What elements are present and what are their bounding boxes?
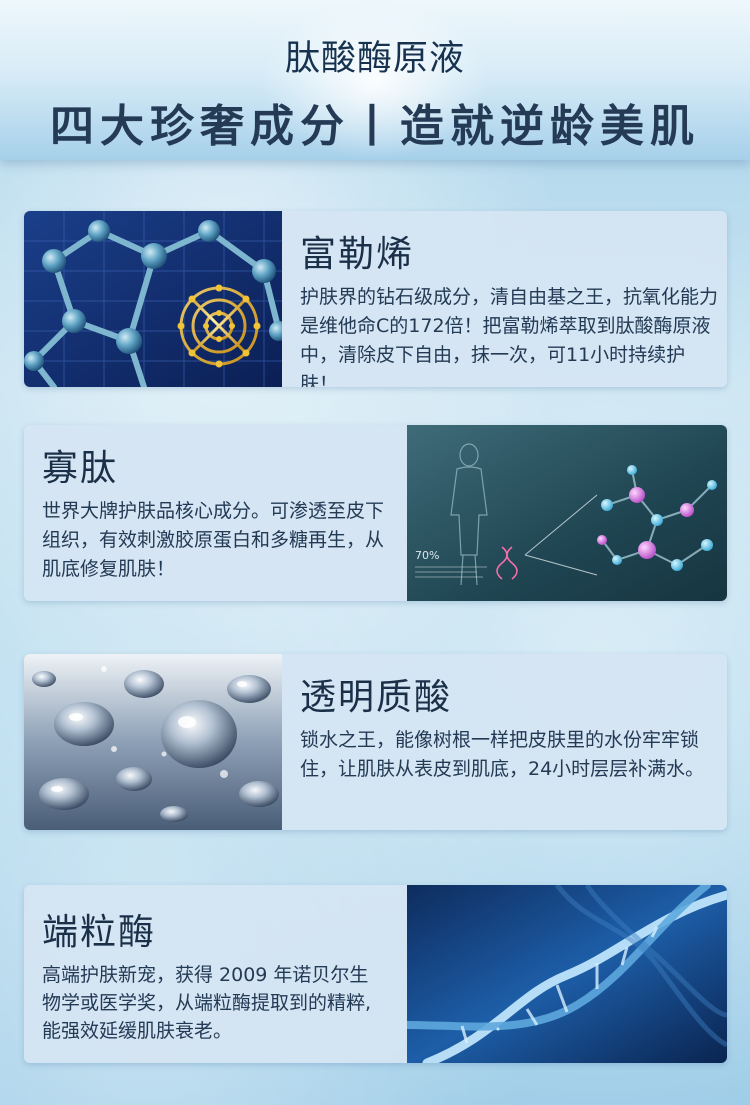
ingredient-text: 寡肽 世界大牌护肤品核心成分。可渗透至皮下组织，有效刺激胶原蛋白和多糖再生，从肌…: [42, 425, 387, 584]
ingredient-description: 高端护肤新宠，获得 2009 年诺贝尔生物学或医学奖，从端粒酶提取到的精粹,能强…: [42, 964, 372, 1042]
peptide-molecule-image: 70%: [407, 425, 727, 601]
ingredient-description: 护肤界的钻石级成分，清自由基之王，抗氧化能力是维他命C的172倍！把富勒烯萃取到…: [300, 286, 719, 387]
ingredient-card-fullerene: 富勒烯 护肤界的钻石级成分，清自由基之王，抗氧化能力是维他命C的172倍！把富勒…: [24, 211, 727, 387]
fullerene-molecule-image: [24, 211, 282, 387]
ingredient-card-telomerase: 端粒酶 高端护肤新宠，获得 2009 年诺贝尔生物学或医学奖，从端粒酶提取到的精…: [24, 885, 727, 1063]
page-header: 肽酸酶原液 四大珍奢成分丨造就逆龄美肌: [0, 0, 750, 160]
page-subtitle: 四大珍奢成分丨造就逆龄美肌: [50, 101, 700, 152]
page-title: 肽酸酶原液: [284, 39, 465, 79]
ingredient-name: 透明质酸: [300, 677, 453, 718]
ingredient-card-peptide: 寡肽 世界大牌护肤品核心成分。可渗透至皮下组织，有效刺激胶原蛋白和多糖再生，从肌…: [24, 425, 727, 601]
ingredient-text: 端粒酶 高端护肤新宠，获得 2009 年诺贝尔生物学或医学奖，从端粒酶提取到的精…: [42, 885, 387, 1045]
ingredient-name: 寡肽: [42, 448, 119, 489]
ingredient-name: 富勒烯: [300, 234, 415, 275]
ingredient-text: 富勒烯 护肤界的钻石级成分，清自由基之王，抗氧化能力是维他命C的172倍！把富勒…: [300, 211, 720, 387]
ingredient-description: 世界大牌护肤品核心成分。可渗透至皮下组织，有效刺激胶原蛋白和多糖再生，从肌底修复…: [42, 500, 385, 580]
dna-helix-image: [407, 885, 727, 1063]
image-label: 70%: [415, 549, 439, 562]
ingredient-card-hyaluronic-acid: 透明质酸 锁水之王，能像树根一样把皮肤里的水份牢牢锁住，让肌肤从表皮到肌底，24…: [24, 654, 727, 830]
ingredient-description: 锁水之王，能像树根一样把皮肤里的水份牢牢锁住，让肌肤从表皮到肌底，24小时层层补…: [300, 729, 705, 780]
water-droplets-image: [24, 654, 282, 830]
ingredient-name: 端粒酶: [42, 912, 157, 953]
ingredient-text: 透明质酸 锁水之王，能像树根一样把皮肤里的水份牢牢锁住，让肌肤从表皮到肌底，24…: [300, 654, 720, 784]
